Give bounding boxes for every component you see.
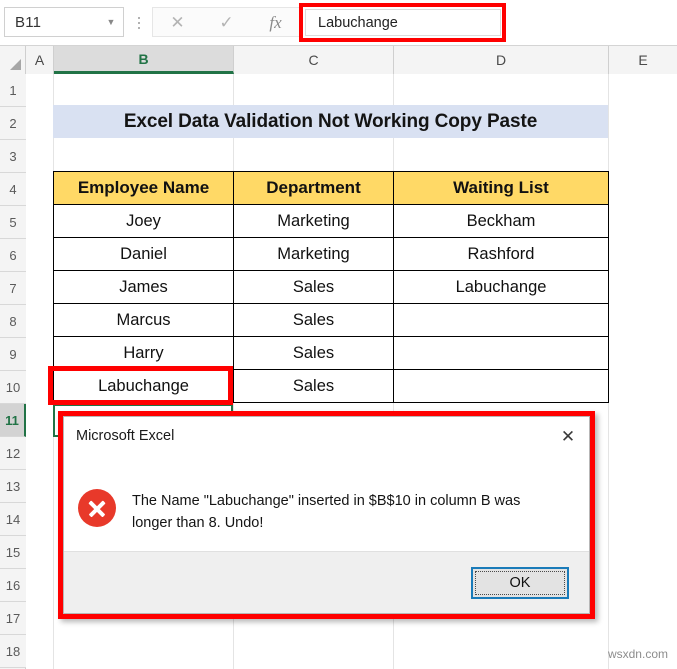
table-row[interactable]: Marcus Sales: [53, 303, 609, 337]
cell-waiting-list[interactable]: [393, 336, 609, 370]
row-header-6[interactable]: 6: [0, 239, 26, 272]
row-header-18[interactable]: 18: [0, 635, 26, 668]
cell-employee-name[interactable]: Labuchange: [53, 369, 234, 403]
row-header-2[interactable]: 2: [0, 107, 26, 140]
cell-waiting-list[interactable]: [393, 303, 609, 337]
row-header-14[interactable]: 14: [0, 503, 26, 536]
close-icon[interactable]: ✕: [555, 425, 581, 447]
row-header-10[interactable]: 10: [0, 371, 26, 404]
table-header-department: Department: [233, 171, 394, 205]
row-header-13[interactable]: 13: [0, 470, 26, 503]
cell-employee-name[interactable]: Joey: [53, 204, 234, 238]
dialog-footer: OK: [64, 551, 589, 613]
row-header-3[interactable]: 3: [0, 140, 26, 173]
cell-department[interactable]: Sales: [233, 369, 394, 403]
column-header-b[interactable]: B: [54, 46, 234, 74]
insert-function-icon[interactable]: fx: [256, 14, 296, 31]
column-header-bar: A B C D E: [0, 46, 677, 74]
table-row[interactable]: Daniel Marketing Rashford: [53, 237, 609, 271]
table-row[interactable]: Joey Marketing Beckham: [53, 204, 609, 238]
cell-waiting-list[interactable]: Beckham: [393, 204, 609, 238]
table-header-waiting-list: Waiting List: [393, 171, 609, 205]
row-header-12[interactable]: 12: [0, 437, 26, 470]
cell-department[interactable]: Marketing: [233, 237, 394, 271]
error-x-icon: [78, 489, 116, 527]
data-table: Employee Name Department Waiting List Jo…: [53, 171, 609, 403]
row-header-4[interactable]: 4: [0, 173, 26, 206]
microsoft-excel-dialog: Microsoft Excel ✕ The Name "Labuchange" …: [63, 416, 590, 614]
select-all-corner[interactable]: [0, 46, 26, 74]
name-box-value: B11: [15, 13, 42, 31]
excel-window: B11 ▼ ✕ ✓ fx Labuchange A B C D E 1 2 3 …: [0, 0, 677, 669]
row-header-15[interactable]: 15: [0, 536, 26, 569]
column-header-a[interactable]: A: [26, 46, 54, 74]
dialog-message: The Name "Labuchange" inserted in $B$10 …: [132, 493, 521, 531]
row-header-17[interactable]: 17: [0, 602, 26, 635]
cell-employee-name[interactable]: James: [53, 270, 234, 304]
column-header-e[interactable]: E: [609, 46, 677, 74]
formula-bar-buttons: ✕ ✓ fx: [152, 7, 300, 37]
dialog-title-bar: Microsoft Excel ✕: [64, 417, 589, 455]
row-header-8[interactable]: 8: [0, 305, 26, 338]
cell-employee-name[interactable]: Harry: [53, 336, 234, 370]
page-title: Excel Data Validation Not Working Copy P…: [53, 105, 608, 138]
formula-bar: B11 ▼ ✕ ✓ fx Labuchange: [0, 0, 677, 46]
table-header-employee-name: Employee Name: [53, 171, 234, 205]
row-header-9[interactable]: 9: [0, 338, 26, 371]
row-header-1[interactable]: 1: [0, 74, 26, 107]
enter-icon[interactable]: ✓: [207, 14, 247, 31]
dialog-highlight: Microsoft Excel ✕ The Name "Labuchange" …: [58, 411, 595, 619]
cell-department[interactable]: Marketing: [233, 204, 394, 238]
cell-employee-name[interactable]: Daniel: [53, 237, 234, 271]
dialog-title: Microsoft Excel: [76, 428, 175, 444]
column-header-c[interactable]: C: [234, 46, 394, 74]
cell-department[interactable]: Sales: [233, 303, 394, 337]
cell-employee-name[interactable]: Marcus: [53, 303, 234, 337]
cell-department[interactable]: Sales: [233, 270, 394, 304]
row-header-7[interactable]: 7: [0, 272, 26, 305]
row-header-16[interactable]: 16: [0, 569, 26, 602]
cancel-icon[interactable]: ✕: [158, 14, 198, 31]
table-row[interactable]: Labuchange Sales: [53, 369, 609, 403]
column-header-d[interactable]: D: [394, 46, 609, 74]
watermark: wsxdn.com: [607, 647, 668, 661]
formula-input[interactable]: Labuchange: [305, 9, 501, 36]
cell-waiting-list[interactable]: Labuchange: [393, 270, 609, 304]
table-header-row: Employee Name Department Waiting List: [53, 171, 609, 205]
ok-button[interactable]: OK: [471, 566, 569, 599]
row-header-5[interactable]: 5: [0, 206, 26, 239]
table-row[interactable]: James Sales Labuchange: [53, 270, 609, 304]
dialog-body: The Name "Labuchange" inserted in $B$10 …: [64, 455, 589, 551]
select-all-icon: [10, 59, 21, 70]
formula-bar-separator: [134, 12, 144, 34]
cell-waiting-list[interactable]: Rashford: [393, 237, 609, 271]
cell-waiting-list[interactable]: [393, 369, 609, 403]
chevron-down-icon[interactable]: ▼: [99, 17, 123, 27]
table-row[interactable]: Harry Sales: [53, 336, 609, 370]
cell-department[interactable]: Sales: [233, 336, 394, 370]
row-header-bar: 1 2 3 4 5 6 7 8 9 10 11 12 13 14 15 16 1…: [0, 74, 26, 669]
name-box[interactable]: B11 ▼: [4, 7, 124, 37]
row-header-11[interactable]: 11: [0, 404, 26, 437]
